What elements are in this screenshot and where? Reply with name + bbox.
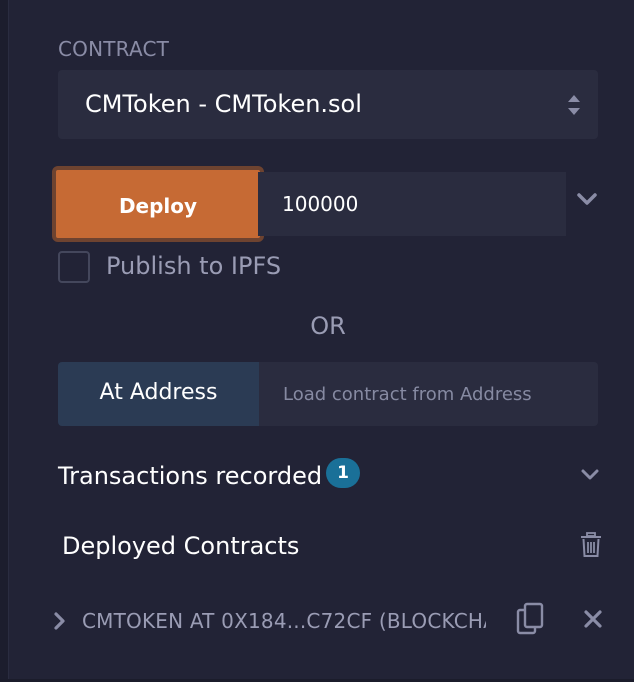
chevron-down-icon[interactable] [580,468,600,482]
deploy-button[interactable]: Deploy [52,166,264,242]
publish-ipfs-label: Publish to IPFS [106,252,282,280]
copy-icon[interactable] [516,602,546,636]
deployed-contracts-label: Deployed Contracts [62,532,300,560]
deploy-button-label: Deploy [118,194,198,218]
at-address-button[interactable]: At Address [58,362,259,426]
deploy-group: Deploy [52,166,566,242]
transactions-recorded-label: Transactions recorded [58,462,323,490]
deploy-run-panel: CONTRACT CMToken - CMToken.sol Deploy Pu… [0,0,634,682]
transactions-count-badge: 1 [326,458,360,488]
panel-left-edge [0,0,9,682]
publish-ipfs-checkbox[interactable] [58,251,90,283]
at-address-button-label: At Address [99,380,218,405]
contract-select-value: CMToken - CMToken.sol [85,90,362,118]
chevron-right-icon[interactable] [52,611,66,631]
trash-icon[interactable] [580,532,602,558]
transactions-recorded-row[interactable]: Transactions recorded 1 [58,456,606,496]
contract-section-label: CONTRACT [58,37,170,61]
deployed-instance-row[interactable]: CMTOKEN AT 0X184...C72CF (BLOCKCHAIN) [50,598,610,642]
sort-icon [568,95,580,115]
or-divider: OR [310,312,346,340]
contract-select[interactable]: CMToken - CMToken.sol [58,70,598,139]
at-address-input[interactable] [259,362,598,426]
close-icon[interactable] [584,610,602,628]
deploy-constructor-input[interactable] [258,172,566,236]
chevron-down-icon[interactable] [576,191,598,207]
deployed-instance-label: CMTOKEN AT 0X184...C72CF (BLOCKCHAIN) [82,609,486,633]
at-address-group: At Address [58,362,598,426]
